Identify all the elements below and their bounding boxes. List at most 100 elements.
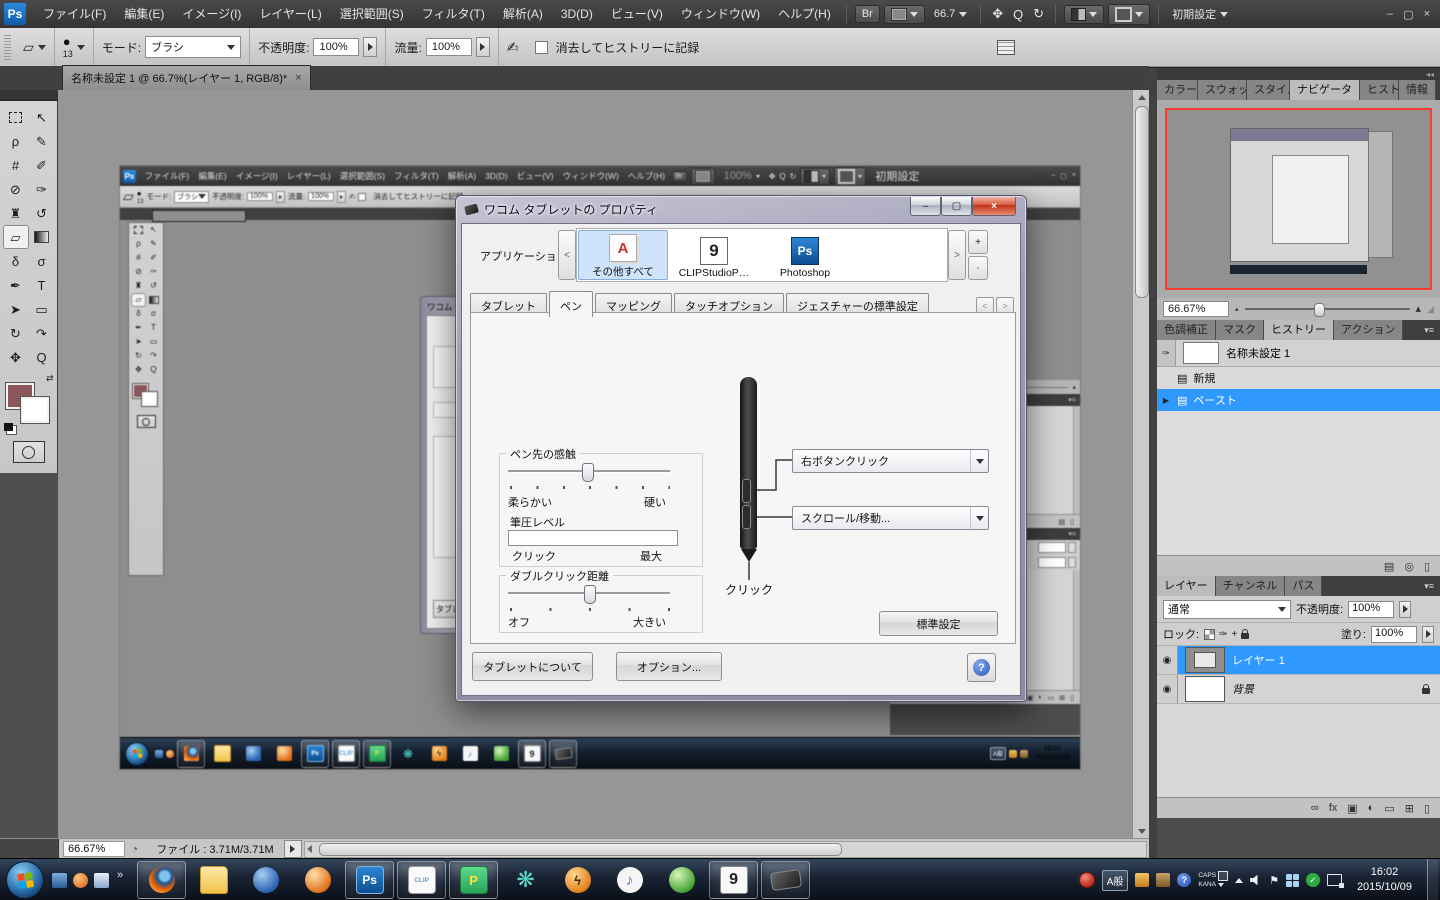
panel-tab[interactable]: カラー (1157, 80, 1198, 100)
zoom-tool[interactable]: Q (29, 345, 55, 369)
tool-preset[interactable]: ▱ (15, 28, 55, 66)
taskbar-p-app[interactable]: P (449, 861, 498, 899)
quick-selection-tool[interactable]: ✎ (29, 129, 55, 153)
panel-tab[interactable]: ヒストリー (1264, 320, 1334, 340)
quick-launch-firefox-icon[interactable] (73, 873, 88, 888)
panel-tab[interactable]: ナビゲータ (1290, 80, 1360, 100)
menu-item[interactable]: ヘルプ(H) (769, 0, 840, 28)
lasso-tool[interactable]: ρ (3, 129, 29, 153)
add-layer-mask-icon[interactable]: ▣ (1347, 802, 1357, 815)
quick-launch-remote-icon[interactable] (94, 873, 109, 888)
layer-style-icon[interactable]: fx (1329, 802, 1338, 814)
close-button[interactable]: × (1424, 8, 1430, 21)
eraser-tool[interactable]: ▱ (3, 225, 29, 249)
menu-item[interactable]: ファイル(F) (34, 0, 115, 28)
arrange-documents-button[interactable] (1064, 5, 1104, 24)
menu-item[interactable]: 選択範囲(S) (331, 0, 413, 28)
history-step[interactable]: ▶ ▤ 新規 (1157, 367, 1440, 389)
view-extras-button[interactable] (884, 5, 925, 24)
taskbar-winamp[interactable]: ϟ (553, 861, 602, 899)
rotate-view-icon[interactable]: ↻ (1028, 6, 1049, 22)
application-tile[interactable]: 9 CLIPStudioP… (669, 230, 759, 280)
application-add-button[interactable]: + (968, 230, 988, 254)
history-brush-tool[interactable]: ↺ (29, 201, 55, 225)
scrollbar-thumb[interactable] (1135, 106, 1149, 298)
lock-image-icon[interactable]: ✑ (1219, 629, 1227, 640)
pen-tool[interactable]: ✒ (3, 273, 29, 297)
collapse-dock-icon[interactable]: ◂◂ (1426, 70, 1434, 79)
panel-menu-icon[interactable]: ▾≡ (1436, 85, 1440, 100)
menu-item[interactable]: 3D(D) (552, 0, 602, 28)
path-selection-tool[interactable]: ➤ (3, 297, 29, 321)
scroll-down-arrow[interactable] (1133, 824, 1150, 838)
show-hidden-icons-button[interactable] (1235, 878, 1243, 883)
zoom-tool-icon[interactable]: Q (1008, 7, 1028, 22)
3d-orbit-tool[interactable]: ↷ (29, 321, 55, 345)
taskbar-clipstudio[interactable]: CLIP (397, 861, 446, 899)
show-desktop-button[interactable] (1427, 859, 1438, 900)
layer-name[interactable]: 背景 (1232, 681, 1422, 697)
ime-toolbox-icon[interactable] (1156, 873, 1170, 887)
panel-tab[interactable]: レイヤー (1157, 576, 1216, 596)
hand-tool[interactable]: ✥ (3, 345, 29, 369)
gradient-tool[interactable] (29, 225, 55, 249)
move-tool[interactable]: ↖ (29, 105, 55, 129)
network-icon[interactable] (1327, 874, 1342, 886)
scroll-left-arrow[interactable] (307, 845, 312, 853)
bridge-button[interactable]: Br (855, 5, 880, 23)
document-tab[interactable]: 名称未設定 1 @ 66.7%(レイヤー 1, RGB/8)* × (62, 65, 311, 90)
fill-spinner[interactable] (1422, 626, 1434, 643)
opacity-spinner[interactable] (1399, 601, 1411, 618)
layer-fill-input[interactable]: 100% (1371, 626, 1417, 643)
options-panel-toggle-icon[interactable] (997, 40, 1015, 55)
layer-thumbnail[interactable] (1185, 676, 1225, 702)
layer-visibility-eye-icon[interactable]: ◉ (1157, 675, 1178, 703)
workspace-switcher[interactable]: 初期設定 (1165, 6, 1235, 22)
panel-tab[interactable]: マスク (1216, 320, 1264, 340)
delete-layer-icon[interactable]: ▯ (1424, 802, 1430, 815)
navigator-preview[interactable] (1165, 108, 1432, 290)
restore-button[interactable]: ▢ (1403, 8, 1413, 21)
mode-select[interactable]: ブラシ (145, 36, 241, 58)
adjustment-layer-icon[interactable]: ◐ (1368, 802, 1375, 814)
eyedropper-tool[interactable]: ✐ (29, 153, 55, 177)
dock-divider[interactable] (1149, 68, 1157, 858)
panel-tab[interactable]: スウォッチ (1198, 80, 1247, 100)
quick-launch-overflow-chevron[interactable]: » (117, 869, 123, 881)
brush-preset-picker[interactable]: ●13 (55, 28, 94, 66)
airbrush-toggle[interactable]: ✍ (499, 28, 527, 66)
menu-item[interactable]: フィルタ(T) (413, 0, 494, 28)
checkbox[interactable] (535, 41, 548, 54)
photoshop-logo-icon[interactable]: Ps (4, 3, 26, 25)
taskbar-butterfly-app[interactable]: ❋ (501, 861, 550, 899)
close-icon[interactable]: × (295, 72, 301, 84)
application-remove-button[interactable]: - (968, 256, 988, 280)
new-layer-icon[interactable]: ⊞ (1405, 802, 1414, 815)
canvas-vertical-scrollbar[interactable] (1132, 90, 1150, 838)
navigator-zoom-input[interactable]: 66.67% (1163, 301, 1229, 317)
panel-tab[interactable]: 色調補正 (1157, 320, 1216, 340)
layer-opacity-input[interactable]: 100% (1348, 601, 1394, 618)
panel-menu-icon[interactable]: ▾≡ (1418, 581, 1440, 596)
erase-to-history-option[interactable]: 消去してヒストリーに記録 (527, 28, 708, 66)
screen-mode-button[interactable] (1108, 4, 1150, 25)
scroll-up-arrow[interactable] (1133, 90, 1150, 104)
resize-grip-icon[interactable]: ◢ (1427, 304, 1434, 315)
tools-panel-header[interactable] (0, 90, 58, 101)
new-snapshot-icon[interactable]: ◎ (1404, 560, 1414, 573)
navigator-zoom-slider[interactable] (1245, 308, 1410, 310)
application-scroll-right-button[interactable]: > (948, 230, 966, 280)
opacity-input[interactable]: 100% (313, 38, 359, 56)
panel-tab[interactable]: アクション (1334, 320, 1403, 340)
panel-tab[interactable]: ヒストグラム (1360, 80, 1399, 100)
antivirus-tray-icon[interactable] (1079, 872, 1095, 888)
link-layers-icon[interactable]: ∞ (1311, 802, 1319, 814)
history-step[interactable]: ▶ ▤ ペースト (1157, 389, 1440, 411)
application-tile[interactable]: A その他すべて (578, 230, 668, 280)
action-center-flag-icon[interactable]: ⚑ (1269, 874, 1279, 887)
layer-row[interactable]: ◉ レイヤー 1 (1157, 646, 1440, 675)
options-button[interactable]: オプション... (616, 652, 722, 681)
scrollbar-thumb[interactable] (319, 843, 843, 856)
security-ok-icon[interactable]: ✓ (1306, 873, 1320, 887)
windows-update-icon[interactable] (1286, 874, 1299, 887)
